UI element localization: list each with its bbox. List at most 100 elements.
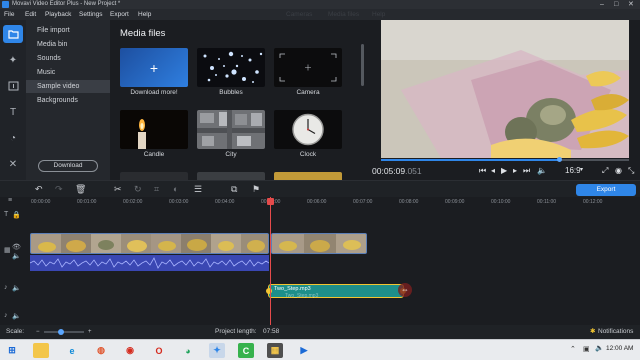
network-icon[interactable]: ▣ <box>583 345 590 353</box>
redo-icon[interactable]: ↷ <box>55 184 63 195</box>
speaker-icon[interactable]: 🔈 <box>595 344 604 352</box>
tile-clock[interactable] <box>274 110 342 149</box>
seek-bar[interactable] <box>381 157 629 162</box>
sidebar-item-media-bin[interactable]: Media bin <box>26 38 110 51</box>
opera-icon[interactable]: O <box>151 343 167 358</box>
video-track-mute-icon[interactable]: 🔈 <box>12 252 21 260</box>
import-tool-icon[interactable] <box>3 25 23 43</box>
left-tool-bar: ✦ T ◔ ✕ <box>0 20 26 180</box>
timecode-main: 00:05:09 <box>372 166 406 176</box>
music-clip-left-handle[interactable] <box>266 288 272 294</box>
media-player-icon[interactable]: ◉ <box>122 343 138 358</box>
undo-icon[interactable]: ↶ <box>35 184 43 195</box>
titles-icon[interactable] <box>3 77 23 95</box>
ruler-tick: 00:09:00 <box>445 199 465 205</box>
crop-icon[interactable]: ⌗ <box>154 184 159 195</box>
magic-wand-icon[interactable]: ✦ <box>3 51 23 69</box>
scale-slider[interactable] <box>44 329 84 335</box>
expand-icon[interactable]: ⤡ <box>628 166 634 176</box>
aspect-chevron-icon[interactable]: ▾ <box>580 166 583 173</box>
menu-edit[interactable]: Edit <box>25 9 36 20</box>
tile-row3-a[interactable] <box>120 172 188 180</box>
minimize-icon[interactable]: – <box>600 0 604 9</box>
sidebar-item-music[interactable]: Music <box>26 66 110 79</box>
video-clip-2[interactable] <box>271 233 367 254</box>
seek-fill <box>381 159 560 161</box>
playhead-handle[interactable] <box>267 198 274 205</box>
cut-icon[interactable]: ✂ <box>114 184 122 195</box>
export-button[interactable]: Export <box>576 184 636 196</box>
music-clip[interactable]: Two_Step.mp3 Two_Step.mp3 <box>266 284 406 299</box>
chrome-icon[interactable]: ◕ <box>180 343 196 358</box>
video-editor-taskbar-icon[interactable]: ▶ <box>296 343 312 358</box>
zoom-out-icon[interactable]: − <box>36 325 40 339</box>
playhead-line[interactable] <box>270 197 271 327</box>
maximize-icon[interactable]: □ <box>614 0 618 9</box>
file-explorer-icon[interactable] <box>33 343 49 358</box>
menu-help[interactable]: Help <box>138 9 151 20</box>
more-tools-icon[interactable]: ✕ <box>3 155 23 173</box>
skip-back-icon[interactable]: ⏮ <box>479 166 486 176</box>
movavi-taskbar-icon[interactable]: ✦ <box>209 343 225 358</box>
video-clip-1[interactable] <box>30 233 269 254</box>
tile-download-more[interactable]: + <box>120 48 188 87</box>
tile-city[interactable] <box>197 110 265 149</box>
menu-settings[interactable]: Settings <box>79 9 103 20</box>
ruler-tick: 00:07:00 <box>353 199 373 205</box>
media-scrollbar[interactable] <box>361 44 364 86</box>
fullscreen-icon[interactable]: ⤢ <box>602 166 608 176</box>
clip-properties-icon[interactable]: ☰ <box>194 184 202 195</box>
ie-browser-icon[interactable]: e <box>64 343 80 358</box>
tile-row3-c[interactable] <box>274 172 342 180</box>
tray-chevron-icon[interactable]: ⌃ <box>570 345 576 353</box>
track-settings-icon[interactable]: ≡ <box>8 197 12 204</box>
menu-playback[interactable]: Playback <box>45 9 71 20</box>
sidebar-item-file-import[interactable]: File import <box>26 24 110 37</box>
tile-bubbles[interactable] <box>197 48 265 87</box>
menu-file[interactable]: File <box>4 9 14 20</box>
sidebar-item-backgrounds[interactable]: Backgrounds <box>26 94 110 107</box>
menu-export[interactable]: Export <box>110 9 129 20</box>
marker-flag-icon[interactable]: ⚑ <box>252 184 260 195</box>
text-track-lock-icon[interactable]: 🔒 <box>12 211 21 219</box>
windows-taskbar: ⊞ e ◍ ◉ O ◕ ✦ C ▦ ▶ ⌃ ▣ 🔈 12:00 AM <box>0 339 640 360</box>
video-track-visibility-icon[interactable]: 👁 <box>12 243 21 251</box>
clock-time[interactable]: 12:00 AM <box>606 345 633 352</box>
start-button-icon[interactable]: ⊞ <box>4 343 20 358</box>
tile-row3-b[interactable] <box>197 172 265 180</box>
audio-track-mute-icon[interactable]: 🔈 <box>12 284 21 292</box>
sidebar-item-sounds[interactable]: Sounds <box>26 52 110 65</box>
camtasia-icon[interactable]: C <box>238 343 254 358</box>
delete-icon[interactable]: 🗑 <box>75 184 86 195</box>
rotate-icon[interactable]: ↻ <box>134 184 142 195</box>
ruler-tick: 00:08:00 <box>399 199 419 205</box>
close-icon[interactable]: ✕ <box>628 0 634 9</box>
color-adjust-icon[interactable]: ◐ <box>173 184 178 194</box>
tile-camera[interactable] <box>274 48 342 87</box>
audio-track-2-mute-icon[interactable]: 🔈 <box>12 312 21 320</box>
text-icon[interactable]: T <box>3 103 23 121</box>
transitions-icon[interactable]: ◔ <box>3 129 23 147</box>
snapshot-icon[interactable]: ◉ <box>615 166 622 175</box>
step-back-icon[interactable]: ◂ <box>491 166 495 175</box>
timeline-ruler[interactable]: ≡ 00:00:00 00:01:00 00:02:00 00:03:00 00… <box>0 197 640 209</box>
sidebar-item-sample-video[interactable]: Sample video <box>26 80 110 93</box>
step-forward-icon[interactable]: ▸ <box>513 166 517 175</box>
seek-handle[interactable] <box>557 157 563 162</box>
play-icon[interactable]: ▶ <box>501 166 507 175</box>
video-clip-1-audio[interactable] <box>30 255 269 271</box>
zoom-in-icon[interactable]: + <box>88 325 92 339</box>
aspect-ratio-select[interactable]: 16:9 <box>565 166 581 175</box>
volume-icon[interactable]: 🔈 <box>537 166 547 175</box>
tile-label-candle: Candle <box>143 151 165 158</box>
tile-candle[interactable] <box>120 110 188 149</box>
calendar-app-icon[interactable]: ▦ <box>267 343 283 358</box>
scale-slider-handle[interactable] <box>58 329 64 335</box>
notifications-link[interactable]: Notifications <box>598 325 633 339</box>
overlay-icon[interactable]: ⧉ <box>231 184 237 195</box>
notifications-icon[interactable]: ✱ <box>590 325 595 339</box>
firefox-icon[interactable]: ◍ <box>93 343 109 358</box>
skip-forward-icon[interactable]: ⏭ <box>523 166 530 176</box>
status-bar: Scale: − + Project length: 07:58 ✱ Notif… <box>0 325 640 339</box>
download-button[interactable]: Download <box>38 160 98 172</box>
